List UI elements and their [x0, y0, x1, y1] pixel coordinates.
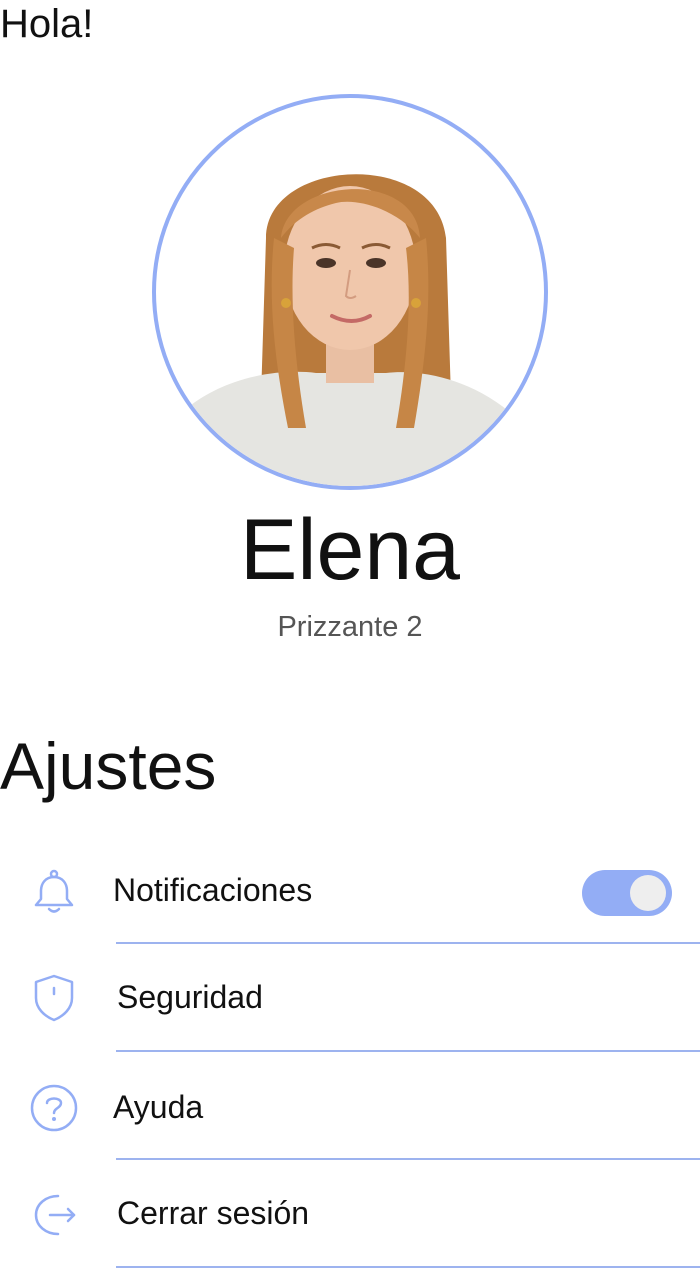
divider [116, 1050, 700, 1052]
settings-title: Ajustes [0, 729, 217, 803]
help-icon [28, 1082, 80, 1134]
user-subtitle: Prizzante 2 [277, 611, 423, 643]
profile-photo [156, 174, 544, 486]
settings-item-label: Cerrar sesión [117, 1195, 310, 1231]
toggle-knob [630, 875, 666, 911]
notifications-toggle[interactable] [582, 870, 672, 916]
settings-item-security[interactable]: Seguridad [0, 962, 700, 1032]
user-name: Elena [240, 502, 460, 598]
settings-item-label: Notificaciones [113, 872, 313, 908]
logout-icon [28, 1188, 80, 1240]
divider [116, 1158, 700, 1160]
greeting-text: Hola! [0, 2, 94, 46]
shield-icon [28, 972, 80, 1024]
settings-item-label: Ayuda [113, 1089, 204, 1125]
avatar[interactable] [152, 94, 548, 490]
bell-icon [28, 865, 80, 917]
settings-item-label: Seguridad [117, 979, 263, 1015]
settings-item-help[interactable]: Ayuda [0, 1072, 700, 1142]
divider [116, 1266, 700, 1268]
settings-item-logout[interactable]: Cerrar sesión [0, 1178, 700, 1248]
divider [116, 942, 700, 944]
